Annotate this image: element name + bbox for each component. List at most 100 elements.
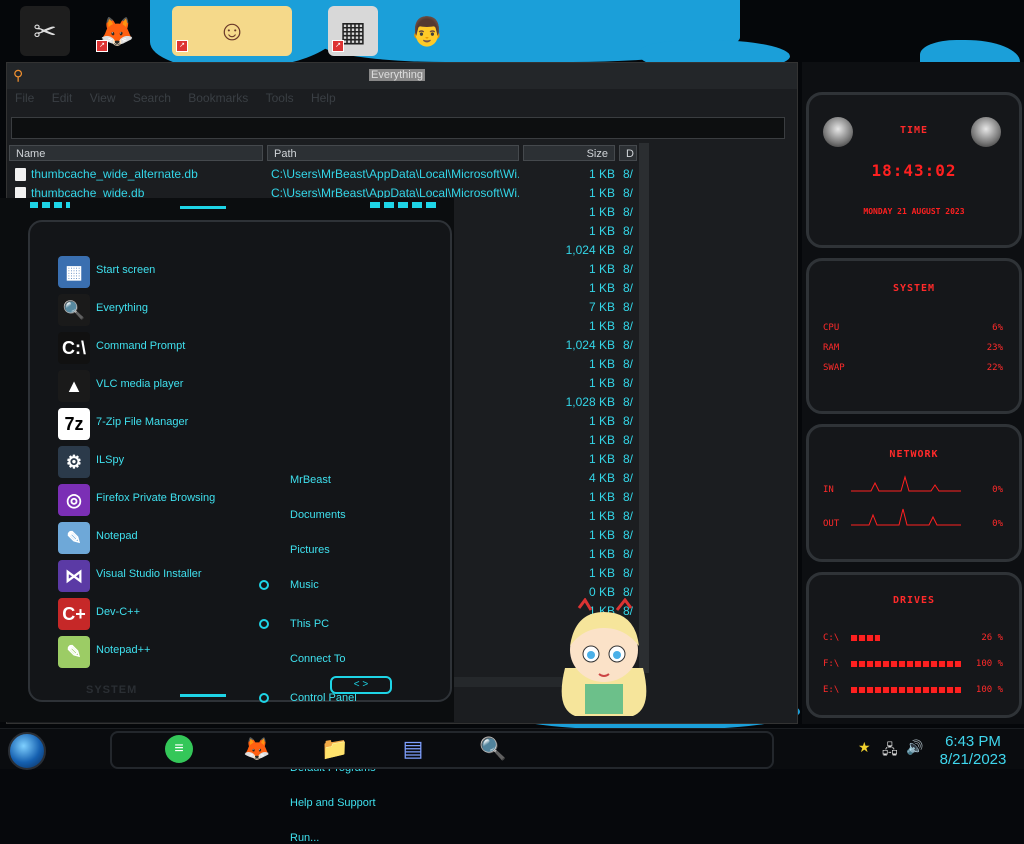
file-date: 8/ (623, 490, 634, 504)
file-size: 1 KB (588, 186, 615, 200)
file-date: 8/ (623, 376, 634, 390)
place-label: Pictures (290, 544, 330, 556)
program-item[interactable]: ⋈ Visual Studio Installer (58, 560, 258, 594)
file-date: 8/ (623, 205, 634, 219)
column-header-date[interactable]: D (619, 145, 637, 161)
program-item[interactable]: ▦ Start screen (58, 256, 258, 290)
star-tray-icon[interactable]: ★ (858, 739, 871, 756)
system-row-cpu: CPU 6% (823, 323, 1003, 333)
drives-title: DRIVES (892, 595, 936, 606)
column-header-name[interactable]: Name (9, 145, 263, 161)
program-item[interactable]: ✎ Notepad (58, 522, 258, 556)
file-date: 8/ (623, 186, 634, 200)
decor-line (180, 694, 226, 697)
drive-c-bar (851, 635, 880, 641)
vlc-icon: ▲ (58, 370, 90, 402)
start-button[interactable] (8, 732, 46, 770)
file-date: 8/ (623, 452, 634, 466)
program-item[interactable]: C+ Dev-C++ (58, 598, 258, 632)
window-titlebar[interactable]: ⚲ Everything (7, 63, 797, 89)
volume-tray-icon[interactable]: 🔊 (906, 739, 923, 756)
menu-tools[interactable]: Tools (266, 91, 294, 105)
program-item[interactable]: 🔍 Everything (58, 294, 258, 328)
taskbar-control-app[interactable]: ▤ (396, 733, 430, 765)
desktop-icon-doctor[interactable]: 👨 (402, 6, 452, 56)
column-header-size[interactable]: Size (523, 145, 615, 161)
file-size: 1,024 KB (565, 338, 615, 352)
expand-arrow-icon (259, 619, 269, 629)
taskbar-firefox[interactable]: 🦊 (240, 733, 274, 765)
notepad-icon: ✎ (58, 522, 90, 554)
program-item[interactable]: C:\ Command Prompt (58, 332, 258, 366)
file-size: 1 KB (588, 319, 615, 333)
file-date: 8/ (623, 471, 634, 485)
menu-edit[interactable]: Edit (52, 91, 73, 105)
table-row[interactable]: thumbcache_wide_alternate.db C:\Users\MrB… (9, 165, 639, 184)
program-item[interactable]: ▲ VLC media player (58, 370, 258, 404)
program-label: Firefox Private Browsing (96, 492, 216, 504)
taskbar: ≡ 🦊 📁 ▤ 🔍 ★ 🖧 🔊 6:43 PM 8/21/2023 (0, 728, 1024, 770)
menu-bar: File Edit View Search Bookmarks Tools He… (7, 91, 797, 111)
firefox-icon: 🦊 (243, 736, 271, 761)
shortcut-arrow-icon: ↗ (332, 40, 344, 52)
file-date: 8/ (623, 528, 634, 542)
menu-search[interactable]: Search (133, 91, 171, 105)
file-date: 8/ (623, 300, 634, 314)
taskbar-everything[interactable]: 🔍 (476, 733, 510, 765)
place-label: Help and Support (290, 797, 376, 809)
place-label: Music (290, 579, 319, 591)
place-label: Documents (290, 509, 346, 521)
program-item[interactable]: 7z 7-Zip File Manager (58, 408, 258, 442)
file-date: 8/ (623, 357, 634, 371)
desktop-icon-cartoon[interactable]: ☺ ↗ (172, 6, 292, 56)
file-date: 8/ (623, 224, 634, 238)
taskbar-clock-time[interactable]: 6:43 PM (930, 733, 1016, 750)
file-size: 1 KB (588, 376, 615, 390)
program-label: ILSpy (96, 454, 125, 466)
taskbar-file-explorer[interactable]: 📁 (318, 733, 352, 765)
everything-icon: 🔍 (58, 294, 90, 326)
star-character-image (561, 598, 647, 716)
file-date: 8/ (623, 167, 634, 181)
search-input[interactable] (11, 117, 785, 139)
place-label: Connect To (290, 653, 346, 665)
file-size: 7 KB (588, 300, 615, 314)
system-row-swap: SWAP 22% (823, 363, 1003, 373)
menu-help[interactable]: Help (311, 91, 336, 105)
menu-bookmarks[interactable]: Bookmarks (188, 91, 248, 105)
drive-e-bar (851, 687, 961, 693)
menu-file[interactable]: File (15, 91, 34, 105)
expand-arrow-icon (259, 580, 269, 590)
ilspy-icon: ⚙ (58, 446, 90, 478)
program-label: Start screen (96, 264, 156, 276)
program-item[interactable]: ⚙ ILSpy (58, 446, 258, 480)
program-label: Notepad (96, 530, 138, 542)
file-size: 1 KB (588, 414, 615, 428)
network-title: NETWORK (889, 449, 939, 460)
program-item[interactable]: ◎ Firefox Private Browsing (58, 484, 258, 518)
desktop-icon-maze[interactable]: ▦ ↗ (328, 6, 378, 56)
desktop-icon-tools[interactable]: ✂ (20, 6, 70, 56)
shortcut-arrow-icon: ↗ (176, 40, 188, 52)
desktop-icon-firefox[interactable]: 🦊 ↗ (92, 6, 142, 56)
file-size: 1 KB (588, 490, 615, 504)
program-label: Command Prompt (96, 340, 186, 352)
network-tray-icon[interactable]: 🖧 (882, 739, 898, 763)
system-title: SYSTEM (892, 283, 936, 294)
file-path: C:\Users\MrBeast\AppData\Local\Microsoft… (271, 167, 519, 181)
file-date: 8/ (623, 319, 634, 333)
file-date: 8/ (623, 509, 634, 523)
taskbar-clock-date[interactable]: 8/21/2023 (930, 751, 1016, 768)
file-size: 1 KB (588, 433, 615, 447)
menu-view[interactable]: View (90, 91, 116, 105)
file-size: 1 KB (588, 547, 615, 561)
program-item[interactable]: ✎ Notepad++ (58, 636, 258, 670)
vertical-scrollbar[interactable] (639, 143, 649, 673)
column-header-path[interactable]: Path (267, 145, 519, 161)
column-headers: Name Path Size D (9, 145, 639, 163)
file-icon (15, 168, 26, 181)
file-size: 1 KB (588, 357, 615, 371)
start-screen-icon: ▦ (58, 256, 90, 288)
taskbar-notes-app[interactable]: ≡ (162, 733, 196, 765)
start-menu-nav-button[interactable]: < > (330, 676, 392, 694)
